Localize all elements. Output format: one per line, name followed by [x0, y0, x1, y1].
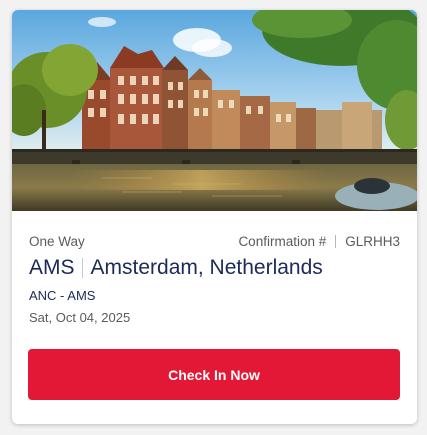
divider: [335, 235, 337, 248]
divider: [81, 258, 83, 278]
destination-name: Amsterdam, Netherlands: [90, 256, 323, 279]
trip-card: One Way Confirmation # GLRHH3 AMS Amster…: [12, 10, 417, 424]
trip-type-label: One Way: [29, 234, 85, 249]
destination-heading: AMS Amsterdam, Netherlands: [29, 256, 323, 280]
confirmation-code: GLRHH3: [345, 234, 400, 249]
confirmation-info: Confirmation # GLRHH3: [238, 234, 400, 249]
amsterdam-canal-photo: [12, 10, 417, 211]
confirmation-label: Confirmation #: [238, 234, 327, 249]
flight-route: ANC - AMS: [29, 288, 96, 303]
destination-code: AMS: [29, 256, 75, 279]
trip-meta-row: One Way Confirmation # GLRHH3: [29, 234, 400, 252]
flight-date: Sat, Oct 04, 2025: [29, 310, 131, 325]
check-in-button[interactable]: Check In Now: [28, 349, 400, 400]
